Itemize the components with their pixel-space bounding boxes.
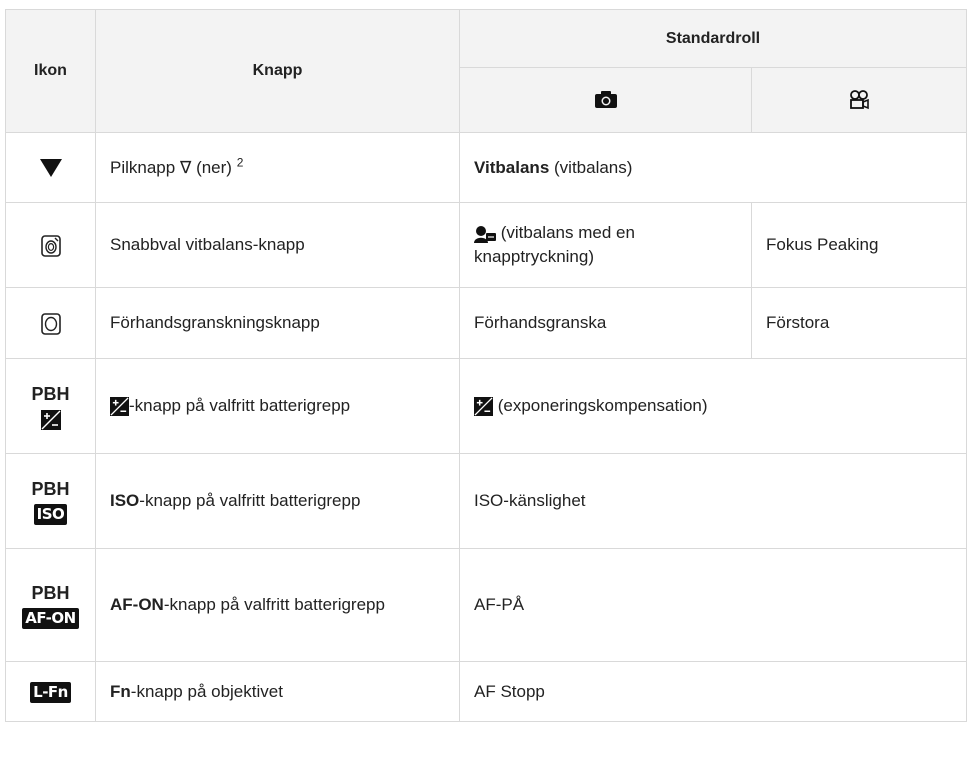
knapp-bold: AF-ON (110, 595, 164, 614)
table-row: Snabbval vitbalans-knapp (vitbalans med … (5, 202, 968, 288)
header-photo-mode (459, 67, 752, 133)
header-ikon: Ikon (5, 9, 96, 133)
ikon-cell (5, 132, 96, 203)
header-video-mode (750, 67, 968, 133)
pbh-label: PBH (31, 479, 70, 499)
pbh-label: PBH (31, 583, 70, 603)
roll-text: (exponeringskompensation) (493, 396, 708, 415)
header-knapp: Knapp (95, 9, 460, 133)
roll-cell: ISO-känslighet (458, 453, 968, 549)
iso-badge-icon: ISO (33, 504, 68, 525)
table-row: L-Fn Fn-knapp på objektivet AF Stopp (5, 661, 968, 722)
knapp-cell: Förhandsgranskningsknapp (95, 287, 460, 359)
knapp-bold: Fn (110, 681, 131, 701)
knapp-text: -knapp på objektivet (130, 681, 283, 701)
roll-cell: AF-PÅ (458, 548, 968, 662)
roll-video-cell: Fokus Peaking (750, 202, 968, 288)
knapp-text: -knapp på valfritt batterigrepp (163, 595, 385, 614)
roll-rest: (vitbalans) (549, 157, 633, 177)
table-row: PBH ISO ISO-knapp på valfritt batterigre… (5, 453, 968, 549)
roll-cell: AF Stopp (458, 661, 968, 722)
ikon-cell: PBH AF-ON (5, 548, 96, 662)
table-row: PBH AF-ON AF-ON-knapp på valfritt batter… (5, 548, 968, 662)
af-on-badge-icon: AF-ON (22, 608, 79, 629)
one-touch-wb-icon (474, 225, 496, 243)
roll-bold: Vitbalans (474, 157, 550, 177)
button-function-table: Ikon Knapp Standardroll Pilknapp ∇ (ner)… (5, 9, 968, 722)
table-row: Pilknapp ∇ (ner) 2 Vitbalans (vitbalans) (5, 132, 968, 203)
knapp-text: -knapp på valfritt batterigrepp (129, 396, 351, 415)
knapp-cell: ISO-knapp på valfritt batterigrepp (95, 453, 460, 549)
knapp-text: Pilknapp (110, 157, 176, 177)
down-triangle-icon (39, 159, 62, 178)
ikon-cell (5, 202, 96, 288)
roll-photo-cell: (vitbalans med en knapptryckning) (459, 202, 752, 288)
knapp-text: -knapp på valfritt batterigrepp (139, 491, 361, 510)
ikon-cell: PBH (5, 358, 96, 454)
one-touch-wb-button-icon (40, 234, 61, 257)
knapp-cell: Snabbval vitbalans-knapp (95, 202, 460, 288)
knapp-cell: -knapp på valfritt batterigrepp (95, 358, 460, 454)
table-row: Förhandsgranskningsknapp Förhandsgranska… (5, 287, 968, 359)
knapp-text-rest: (ner) (196, 157, 232, 177)
roll-cell: (exponeringskompensation) (458, 358, 968, 454)
preview-button-icon (40, 312, 61, 335)
footnote-ref: 2 (236, 154, 244, 169)
header-standardroll: Standardroll (458, 9, 968, 68)
movie-camera-icon (850, 89, 869, 109)
knapp-cell: Pilknapp ∇ (ner) 2 (95, 132, 460, 203)
table-row: PBH -knapp på valfritt batterigrepp (exp… (5, 358, 968, 454)
exposure-compensation-icon (40, 409, 61, 430)
ikon-cell: PBH ISO (5, 453, 96, 549)
exposure-compensation-icon (474, 397, 493, 417)
down-arrow-symbol: ∇ (179, 157, 192, 178)
roll-photo-cell: Förhandsgranska (459, 287, 752, 359)
camera-icon (594, 91, 617, 109)
knapp-cell: Fn-knapp på objektivet (95, 661, 460, 722)
roll-photo-text: (vitbalans med en knapptryckning) (474, 223, 635, 266)
l-fn-badge-icon: L-Fn (30, 681, 71, 703)
pbh-label: PBH (31, 384, 70, 404)
exposure-compensation-icon (110, 397, 129, 417)
roll-video-cell: Förstora (750, 287, 968, 359)
ikon-cell: L-Fn (5, 661, 96, 722)
knapp-cell: AF-ON-knapp på valfritt batterigrepp (95, 548, 460, 662)
ikon-cell (5, 287, 96, 359)
knapp-bold: ISO (110, 491, 140, 510)
roll-cell: Vitbalans (vitbalans) (458, 132, 968, 203)
